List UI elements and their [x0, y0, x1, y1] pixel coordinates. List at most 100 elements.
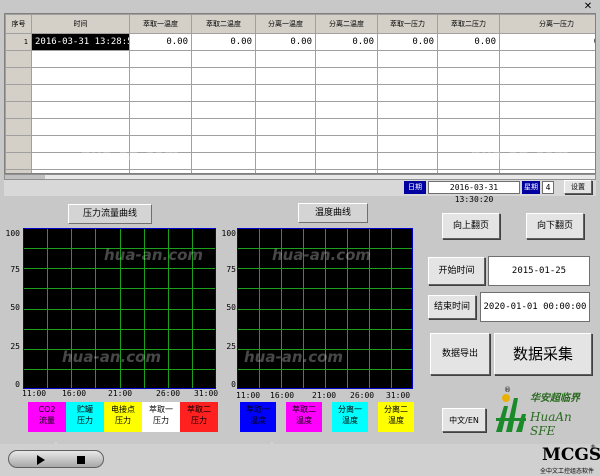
table-cell[interactable]: [499, 101, 595, 119]
table-cell[interactable]: [315, 152, 378, 170]
table-cell[interactable]: 0.00: [437, 33, 500, 51]
table-cell[interactable]: [191, 152, 256, 170]
y-tick: 75: [226, 265, 236, 274]
play-icon[interactable]: [37, 455, 45, 465]
table-cell[interactable]: [377, 135, 438, 153]
table-cell[interactable]: [377, 118, 438, 136]
table-cell[interactable]: 0.00: [377, 33, 438, 51]
table-cell[interactable]: [437, 84, 500, 102]
table-cell[interactable]: [315, 101, 378, 119]
table-row[interactable]: [5, 67, 595, 85]
table-cell[interactable]: [129, 67, 192, 85]
table-cell[interactable]: [255, 67, 316, 85]
pressure-flow-curve-button[interactable]: 压力流量曲线: [68, 204, 152, 224]
table-cell[interactable]: [31, 84, 130, 102]
row-index-cell[interactable]: [5, 101, 32, 119]
settings-button[interactable]: 设置: [564, 180, 592, 194]
table-cell[interactable]: [315, 135, 378, 153]
row-index-cell[interactable]: [5, 50, 32, 68]
table-cell[interactable]: [255, 118, 316, 136]
table-cell[interactable]: [255, 152, 316, 170]
table-cell[interactable]: [191, 101, 256, 119]
column-header[interactable]: 序号: [5, 14, 32, 34]
table-cell[interactable]: [191, 67, 256, 85]
table-cell[interactable]: 2016-03-31 13:28:59: [31, 33, 130, 51]
row-index-cell[interactable]: 1: [5, 33, 32, 51]
row-index-cell[interactable]: [5, 152, 32, 170]
table-cell[interactable]: [129, 50, 192, 68]
table-cell[interactable]: [31, 50, 130, 68]
table-cell[interactable]: [437, 67, 500, 85]
table-cell[interactable]: [191, 118, 256, 136]
table-cell[interactable]: [377, 84, 438, 102]
table-row[interactable]: [5, 101, 595, 119]
row-index-cell[interactable]: [5, 84, 32, 102]
table-cell[interactable]: [499, 84, 595, 102]
table-cell[interactable]: [499, 118, 595, 136]
table-cell[interactable]: 0.00: [315, 33, 378, 51]
stop-icon[interactable]: [77, 456, 85, 464]
table-row[interactable]: [5, 50, 595, 68]
table-cell[interactable]: [437, 50, 500, 68]
table-cell[interactable]: [31, 67, 130, 85]
table-cell[interactable]: [437, 118, 500, 136]
table-cell[interactable]: [191, 84, 256, 102]
table-cell[interactable]: 0.0: [499, 33, 595, 51]
table-cell[interactable]: [315, 67, 378, 85]
table-cell[interactable]: [31, 101, 130, 119]
table-cell[interactable]: [129, 84, 192, 102]
temperature-curve-button[interactable]: 温度曲线: [298, 203, 368, 223]
table-cell[interactable]: [255, 50, 316, 68]
legend-item: 萃取二 压力: [180, 402, 218, 432]
table-cell[interactable]: [377, 50, 438, 68]
legend-item: 贮罐 压力: [66, 402, 104, 432]
table-cell[interactable]: [437, 101, 500, 119]
playback-control[interactable]: [8, 450, 104, 468]
table-cell[interactable]: [315, 50, 378, 68]
column-header[interactable]: 分离一压力: [499, 14, 595, 34]
table-row[interactable]: [5, 118, 595, 136]
table-cell[interactable]: [315, 118, 378, 136]
start-time-value[interactable]: 2015-01-25 00:00:00: [488, 256, 590, 304]
row-index-cell[interactable]: [5, 118, 32, 136]
data-export-button[interactable]: 数据导出: [430, 333, 490, 375]
data-collect-button[interactable]: 数据采集: [494, 333, 592, 375]
column-header[interactable]: 萃取二压力: [437, 14, 500, 34]
table-row[interactable]: [5, 84, 595, 102]
page-up-button[interactable]: 向上翻页: [442, 213, 500, 239]
close-icon[interactable]: ✕: [582, 1, 594, 12]
column-header[interactable]: 分离一温度: [255, 14, 316, 34]
column-header[interactable]: 萃取一压力: [377, 14, 438, 34]
table-cell[interactable]: [31, 118, 130, 136]
end-time-button[interactable]: 结束时间: [428, 295, 476, 319]
column-header[interactable]: 萃取一温度: [129, 14, 192, 34]
table-cell[interactable]: 0.00: [255, 33, 316, 51]
table-cell[interactable]: [255, 135, 316, 153]
row-index-cell[interactable]: [5, 135, 32, 153]
table-cell[interactable]: [129, 118, 192, 136]
row-index-cell[interactable]: [5, 67, 32, 85]
column-header[interactable]: 时间: [31, 14, 130, 34]
table-cell[interactable]: [377, 152, 438, 170]
table-cell[interactable]: [315, 84, 378, 102]
start-time-button[interactable]: 开始时间: [428, 257, 485, 285]
table-cell[interactable]: [191, 135, 256, 153]
table-cell[interactable]: [499, 67, 595, 85]
table-cell[interactable]: [129, 101, 192, 119]
x-tick: 11:00: [22, 389, 47, 398]
column-header[interactable]: 萃取二温度: [191, 14, 256, 34]
table-cell[interactable]: [191, 50, 256, 68]
table-cell[interactable]: 0.00: [129, 33, 192, 51]
table-row[interactable]: 1 2016-03-31 13:28:59 0.00 0.00 0.00 0.00 0.00…: [5, 33, 595, 51]
table-cell[interactable]: [255, 101, 316, 119]
end-time-value[interactable]: 2020-01-01 00:00:00: [480, 292, 590, 322]
column-header[interactable]: 分离二温度: [315, 14, 378, 34]
x-tick: 11:00: [236, 391, 261, 400]
table-cell[interactable]: 0.00: [191, 33, 256, 51]
page-down-button[interactable]: 向下翻页: [526, 213, 584, 239]
language-toggle-button[interactable]: 中文/EN: [442, 408, 486, 432]
table-cell[interactable]: [255, 84, 316, 102]
table-cell[interactable]: [499, 50, 595, 68]
table-cell[interactable]: [377, 67, 438, 85]
table-cell[interactable]: [377, 101, 438, 119]
